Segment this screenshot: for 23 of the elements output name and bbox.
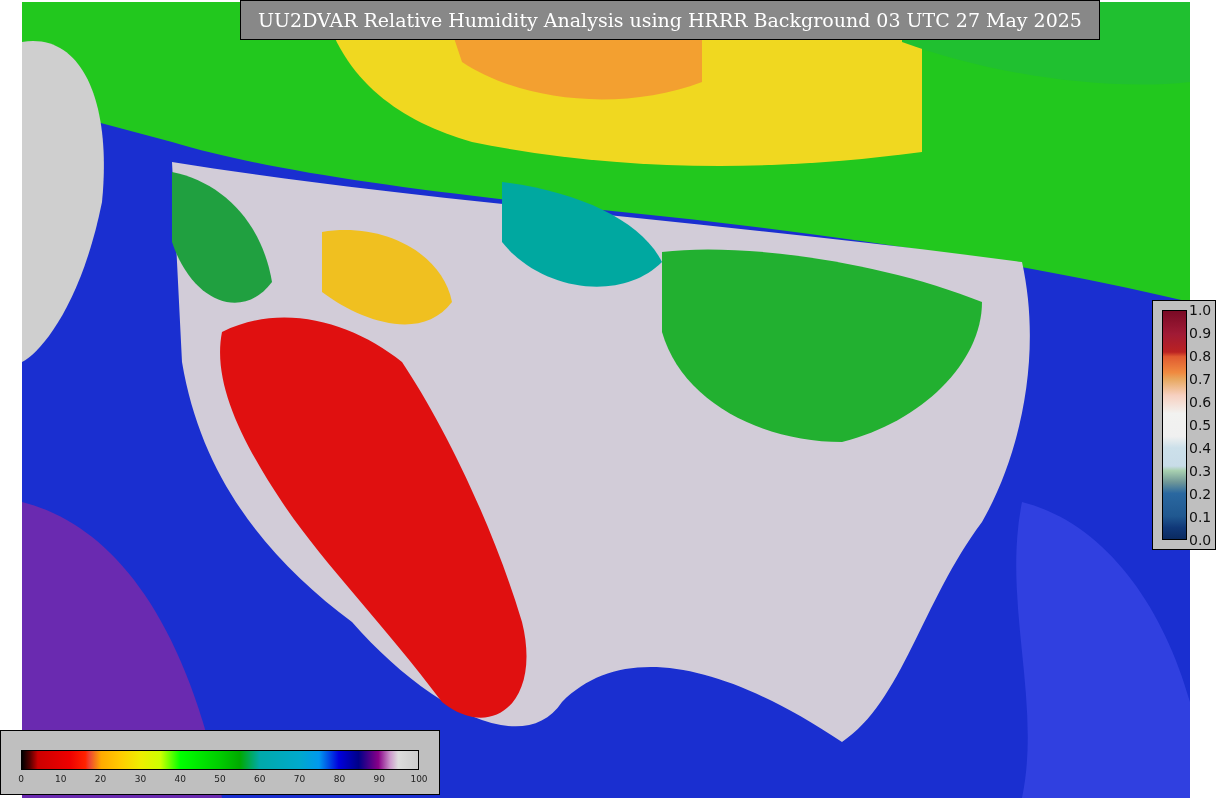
- colorbar-tick-label: 0.2: [1189, 486, 1212, 502]
- colorbar-tick-label: 10: [55, 774, 67, 784]
- colorbar-tick-label: 0.4: [1189, 440, 1212, 456]
- colorbar-tick-label: 0.8: [1189, 348, 1212, 364]
- colorbar-tick-label: 60: [254, 774, 266, 784]
- colorbar-tick-label: 20: [94, 774, 107, 784]
- colorbar-tick-label: 0.1: [1189, 509, 1212, 525]
- colorbar-tick-label: 0.9: [1189, 325, 1212, 341]
- colorbar-tick-label: 0.7: [1189, 371, 1212, 387]
- colorbar-tick-label: 0.6: [1189, 394, 1212, 410]
- colorbar-tick-label: 0.3: [1189, 463, 1212, 479]
- map-title: UU2DVAR Relative Humidity Analysis using HRRR Background 03 UTC 27 May 2025: [240, 0, 1100, 40]
- colorbar-tick-label: 0.5: [1189, 417, 1212, 433]
- colorbar-tick-label: 1.0: [1189, 302, 1212, 318]
- colorbar-tick-label: 50: [214, 774, 226, 784]
- colorbar-tick-label: 90: [373, 774, 385, 784]
- colorbar-tick-label: 30: [134, 774, 147, 784]
- colorbar-tick-label: 80: [333, 774, 346, 784]
- colorbar-tick-label: 0: [18, 774, 24, 784]
- colorbar-tick-label: 0.0: [1189, 532, 1212, 548]
- colorbar-tick-label: 100: [410, 774, 428, 784]
- colorbar-tick-label: 70: [293, 774, 306, 784]
- colorbar-tick-label: 40: [174, 774, 186, 784]
